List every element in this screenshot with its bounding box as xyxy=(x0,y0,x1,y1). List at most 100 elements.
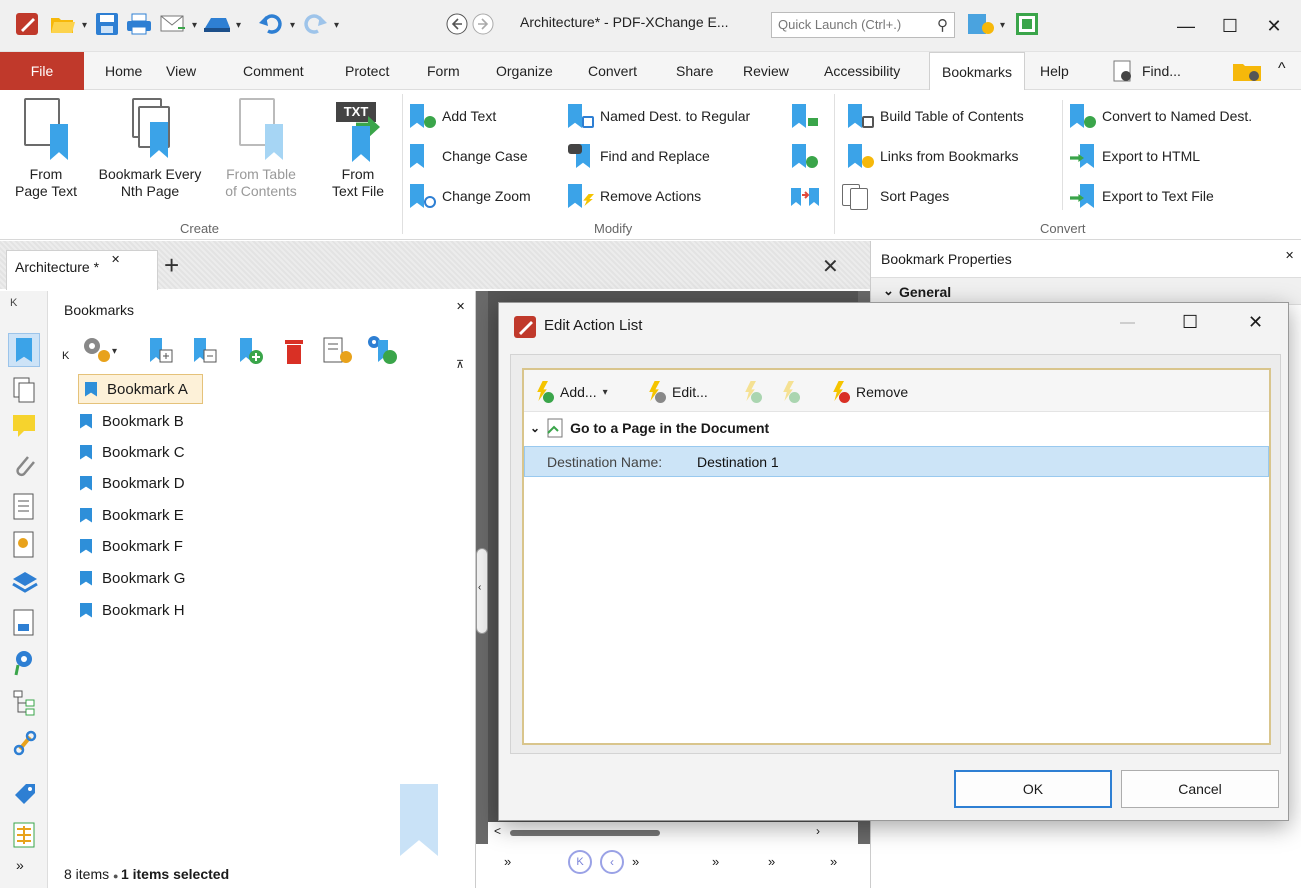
action-group-row[interactable]: ⌄ Go to a Page in the Document xyxy=(530,418,769,438)
change-zoom-button[interactable]: Change Zoom xyxy=(410,182,531,210)
forward-icon[interactable] xyxy=(468,10,498,38)
bookmark-properties-icon[interactable] xyxy=(322,336,356,369)
remove-actions-button[interactable]: Remove Actions xyxy=(568,182,701,210)
list-item[interactable]: Bookmark E xyxy=(80,500,184,530)
pages-panel-icon[interactable] xyxy=(12,377,36,405)
collapse-strip-icon[interactable]: K xyxy=(10,297,17,309)
bookmark-options-icon[interactable]: ▾ xyxy=(80,334,120,367)
tab-view[interactable]: View xyxy=(166,52,196,90)
tab-review[interactable]: Review xyxy=(743,52,789,90)
add-text-button[interactable]: Add Text xyxy=(410,102,496,130)
chevron-left-icon[interactable]: ‹ xyxy=(478,582,481,593)
search-icon[interactable]: ⚲ xyxy=(937,16,948,34)
move-up-button[interactable] xyxy=(740,378,762,406)
list-item[interactable]: Bookmark C xyxy=(80,437,185,467)
bookmark-swap-icon[interactable] xyxy=(790,184,820,211)
links-panel-icon[interactable] xyxy=(12,729,37,757)
remove-action-button[interactable]: Remove xyxy=(828,378,908,406)
find-and-replace-button[interactable]: Find and Replace xyxy=(568,142,710,170)
previous-page-icon[interactable]: ‹ xyxy=(600,850,624,874)
close-panel-icon[interactable]: ✕ xyxy=(1285,249,1294,262)
tab-convert[interactable]: Convert xyxy=(588,52,637,90)
list-item[interactable]: Bookmark F xyxy=(80,531,183,561)
new-tab-button[interactable]: + xyxy=(164,250,179,280)
from-page-text-button[interactable]: From Page Text xyxy=(0,98,92,200)
chevron-down-icon[interactable]: ▾ xyxy=(290,20,295,31)
tab-bookmarks[interactable]: Bookmarks xyxy=(929,52,1026,91)
chevron-down-icon[interactable]: ▾ xyxy=(192,20,197,31)
list-item[interactable]: Bookmark H xyxy=(80,595,185,625)
email-icon[interactable] xyxy=(158,10,188,38)
export-to-html-button[interactable]: Export to HTML xyxy=(1070,142,1200,170)
destinations-panel-icon[interactable] xyxy=(12,649,36,677)
fields-panel-icon[interactable] xyxy=(12,609,36,637)
maximize-button[interactable]: ☐ xyxy=(1208,12,1252,40)
more-icon[interactable]: » xyxy=(712,854,719,869)
chevron-down-icon[interactable]: ▾ xyxy=(334,20,339,31)
scroll-right-icon[interactable]: › xyxy=(816,824,820,838)
close-window-button[interactable]: ✕ xyxy=(1252,12,1296,40)
convert-to-named-dest-button[interactable]: Convert to Named Dest. xyxy=(1070,102,1252,130)
add-action-button[interactable]: Add... ▾ xyxy=(532,378,608,406)
document-tab[interactable]: Architecture * ✕ xyxy=(6,250,158,290)
layers-panel-icon[interactable] xyxy=(12,569,38,597)
print-icon[interactable] xyxy=(124,10,154,38)
structure-panel-icon[interactable] xyxy=(12,689,36,717)
tab-protect[interactable]: Protect xyxy=(345,52,389,90)
attachments-panel-icon[interactable] xyxy=(12,453,36,481)
edit-action-button[interactable]: Edit... xyxy=(644,378,708,406)
tab-accessibility[interactable]: Accessibility xyxy=(824,52,900,90)
list-item[interactable]: Bookmark G xyxy=(80,563,185,593)
list-item[interactable]: Bookmark B xyxy=(80,406,184,436)
save-icon[interactable] xyxy=(92,10,122,38)
list-item[interactable]: Bookmark A xyxy=(78,374,203,404)
horizontal-scrollbar[interactable]: < › xyxy=(488,822,858,844)
bookmark-check-icon[interactable] xyxy=(792,144,818,168)
bookmark-list-icon[interactable] xyxy=(792,104,818,128)
comments-panel-icon[interactable] xyxy=(12,413,36,441)
more-icon[interactable]: » xyxy=(768,854,775,869)
chevron-down-icon[interactable]: ▾ xyxy=(82,20,87,31)
tab-help[interactable]: Help xyxy=(1040,52,1069,90)
from-text-file-button[interactable]: TXT From Text File xyxy=(314,98,402,200)
scrollbar-thumb[interactable] xyxy=(510,830,660,836)
close-document-button[interactable]: ✕ xyxy=(822,254,839,279)
bookmarks-panel-icon[interactable] xyxy=(8,333,40,367)
export-to-text-file-button[interactable]: Export to Text File xyxy=(1070,182,1214,210)
tab-file[interactable]: File xyxy=(0,52,84,90)
first-page-icon[interactable]: K xyxy=(568,850,592,874)
named-dest-to-regular-button[interactable]: Named Dest. to Regular xyxy=(568,102,750,130)
tab-form[interactable]: Form xyxy=(427,52,460,90)
change-case-button[interactable]: Change Case xyxy=(410,142,528,170)
collapse-all-icon[interactable]: ⊼ xyxy=(456,358,464,371)
collapse-toolbar-icon[interactable]: K xyxy=(62,350,69,362)
chevron-down-icon[interactable]: ▾ xyxy=(1000,20,1005,31)
links-from-bookmarks-button[interactable]: Links from Bookmarks xyxy=(848,142,1018,170)
scroll-left-icon[interactable]: < xyxy=(494,824,501,838)
find-button[interactable]: Find... xyxy=(1112,52,1181,90)
ok-button[interactable]: OK xyxy=(954,770,1112,808)
folder-search-icon[interactable] xyxy=(1232,59,1264,86)
open-folder-icon[interactable] xyxy=(48,10,78,38)
more-icon[interactable]: » xyxy=(504,854,511,869)
tab-comment[interactable]: Comment xyxy=(243,52,304,90)
signatures-panel-icon[interactable] xyxy=(12,531,36,559)
add-bookmark-icon[interactable] xyxy=(236,336,266,369)
sort-pages-button[interactable]: Sort Pages xyxy=(840,182,949,210)
redo-icon[interactable] xyxy=(300,10,330,38)
content-panel-icon[interactable] xyxy=(12,493,36,521)
bookmark-validate-icon[interactable] xyxy=(366,334,400,369)
undo-icon[interactable] xyxy=(256,10,286,38)
tab-organize[interactable]: Organize xyxy=(496,52,553,90)
chevron-down-icon[interactable]: ▾ xyxy=(236,20,241,31)
move-down-button[interactable] xyxy=(778,378,800,406)
more-icon[interactable]: » xyxy=(632,854,639,869)
tab-home[interactable]: Home xyxy=(105,52,142,90)
collapse-bookmarks-icon[interactable] xyxy=(190,336,220,369)
scan-icon[interactable] xyxy=(202,10,232,38)
expand-bookmarks-icon[interactable] xyxy=(146,336,176,369)
close-panel-icon[interactable]: ✕ xyxy=(456,300,465,313)
section-header[interactable]: ⌄ General xyxy=(871,277,1301,305)
collapse-ribbon-icon[interactable]: ^ xyxy=(1278,60,1286,78)
action-row-selected[interactable]: Destination Name: Destination 1 xyxy=(524,446,1269,477)
